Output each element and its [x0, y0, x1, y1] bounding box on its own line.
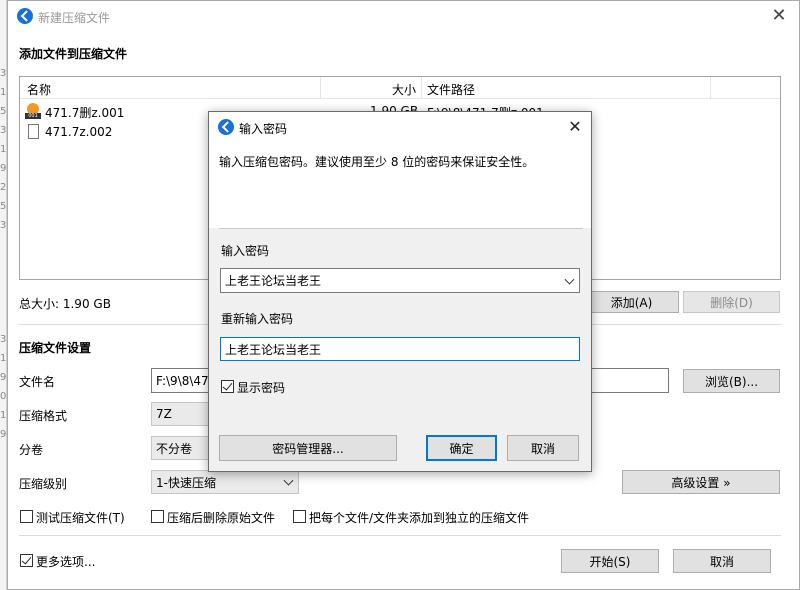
separate-archives-checkbox[interactable]: [293, 510, 306, 523]
gutter-digit: 9: [0, 163, 7, 174]
chevron-down-icon: [283, 475, 294, 486]
show-password-label: 显示密码: [237, 381, 286, 395]
close-icon[interactable]: ✕: [768, 5, 790, 27]
gutter-digit: 3: [0, 68, 7, 79]
gutter-digit: 3: [0, 220, 7, 231]
file-name: 471.7删z.001: [45, 106, 125, 120]
start-button[interactable]: 开始(S): [561, 549, 659, 573]
level-select[interactable]: 1-快速压缩: [151, 470, 299, 494]
browse-button[interactable]: 浏览(B)...: [683, 369, 780, 393]
gutter-digit: 5: [0, 106, 7, 117]
enter-password-field[interactable]: 上老王论坛当老王: [220, 268, 580, 293]
gutter-digit: 1: [0, 144, 7, 155]
dialog-title: 输入密码: [239, 122, 288, 136]
close-icon[interactable]: ✕: [564, 116, 586, 138]
enter-password-label: 输入密码: [221, 244, 270, 258]
more-options-label: 更多选项...: [36, 555, 96, 569]
enter-password-value: 上老王论坛当老王: [225, 274, 322, 288]
blank-file-icon: [28, 124, 39, 139]
dialog-description: 输入压缩包密码。建议使用至少 8 位的密码来保证安全性。: [219, 155, 535, 169]
gutter-digit: 9: [0, 372, 7, 383]
gutter-digit: [0, 292, 7, 311]
main-cancel-button[interactable]: 取消: [673, 549, 771, 573]
volume-value: 不分卷: [156, 441, 193, 456]
file-name: 471.7z.002: [45, 125, 113, 139]
level-label: 压缩级别: [19, 477, 68, 491]
password-dialog: 输入密码 ✕ 输入压缩包密码。建议使用至少 8 位的密码来保证安全性。 输入密码…: [208, 111, 592, 472]
format-label: 压缩格式: [19, 409, 68, 423]
volume-label: 分卷: [19, 443, 44, 457]
settings-heading: 压缩文件设置: [19, 341, 92, 355]
reenter-password-label: 重新输入密码: [221, 312, 294, 326]
gutter-digit: 1: [0, 410, 7, 421]
gutter-digit: 1: [0, 87, 7, 98]
dialog-titlebar: 输入密码 ✕: [209, 112, 591, 142]
ok-button[interactable]: 确定: [426, 435, 497, 461]
gutter-digit: [0, 235, 7, 254]
delete-button[interactable]: 删除(D): [683, 291, 780, 313]
gutter-digit: 5: [0, 201, 7, 212]
gutter-digit: [0, 254, 7, 273]
add-files-heading: 添加文件到压缩文件: [19, 47, 128, 61]
window-title: 新建压缩文件: [38, 11, 111, 25]
left-gutter: 3 1 5 3 1 9 2 5 3 3 1 9 0 1 9: [0, 0, 7, 590]
gutter-digit: [0, 273, 7, 292]
gutter-digit: 3: [0, 334, 7, 345]
more-options-checkbox[interactable]: [20, 554, 33, 567]
gutter-digit: 1: [0, 353, 7, 364]
column-path[interactable]: 文件路径: [427, 81, 475, 98]
format-value: 7Z: [156, 407, 172, 421]
gutter-digit: 0: [0, 391, 7, 402]
add-button[interactable]: 添加(A): [584, 291, 679, 313]
advanced-settings-button[interactable]: 高级设置 »: [622, 470, 780, 494]
gutter-digit: 3: [0, 125, 7, 136]
gutter-digit: 2: [0, 182, 7, 193]
total-size: 总大小: 1.90 GB: [19, 297, 111, 311]
column-size[interactable]: 大小: [392, 81, 416, 98]
separate-archives-label: 把每个文件/文件夹添加到独立的压缩文件: [309, 511, 530, 525]
delete-originals-checkbox[interactable]: [151, 510, 164, 523]
gutter-digit: 9: [0, 429, 7, 440]
test-archive-label: 测试压缩文件(T): [36, 511, 125, 525]
archive-file-icon: 001: [25, 103, 41, 119]
password-manager-button[interactable]: 密码管理器...: [219, 435, 397, 461]
reenter-password-field[interactable]: 上老王论坛当老王: [220, 337, 580, 361]
filename-label: 文件名: [19, 375, 56, 389]
test-archive-checkbox[interactable]: [20, 510, 33, 523]
level-value: 1-快速压缩: [156, 475, 216, 490]
dialog-cancel-button[interactable]: 取消: [507, 435, 579, 461]
show-password-checkbox[interactable]: [221, 380, 234, 393]
chevron-down-icon[interactable]: [564, 274, 575, 285]
column-name[interactable]: 名称: [27, 81, 51, 98]
gutter-digit: [0, 311, 7, 330]
file-list-header: 名称 大小 文件路径: [20, 77, 780, 99]
delete-originals-label: 压缩后删除原始文件: [167, 511, 276, 525]
app-logo-icon: [218, 119, 234, 135]
app-logo-icon: [17, 8, 33, 24]
